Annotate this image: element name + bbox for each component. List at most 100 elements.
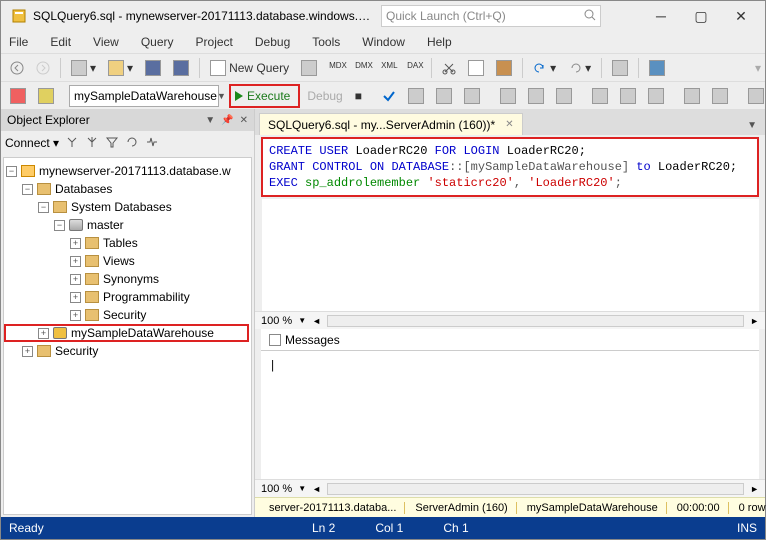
server-node[interactable]: mynewserver-20171113.database.w [39, 164, 231, 178]
save-all-button[interactable] [168, 57, 194, 79]
comment-button[interactable] [679, 85, 705, 107]
security-inner-node[interactable]: Security [103, 308, 146, 322]
menu-edit[interactable]: Edit [46, 33, 75, 51]
close-button[interactable]: ✕ [721, 2, 761, 30]
expander-icon[interactable]: + [70, 292, 81, 303]
zoom-dropdown-icon[interactable]: ▼ [298, 484, 306, 493]
start-debug-icon[interactable] [644, 57, 670, 79]
execute-button[interactable]: Execute [229, 84, 300, 108]
horizontal-scrollbar-2[interactable] [327, 483, 744, 495]
include-plan-button[interactable] [495, 85, 521, 107]
display-plan-button[interactable] [403, 85, 429, 107]
synonyms-node[interactable]: Synonyms [103, 272, 159, 286]
messages-body[interactable]: | [261, 351, 759, 479]
zoom-value-1[interactable]: 100 % [261, 315, 292, 327]
dax-query-button[interactable]: DAX [402, 57, 426, 79]
tab-label: SQLQuery6.sql - my...ServerAdmin (160))* [268, 118, 495, 132]
messages-tab[interactable]: Messages [261, 329, 759, 351]
menu-file[interactable]: File [5, 33, 32, 51]
expander-icon[interactable]: + [22, 346, 33, 357]
parse-button[interactable] [33, 85, 59, 107]
properties-icon[interactable] [607, 57, 633, 79]
expander-icon[interactable]: + [70, 238, 81, 249]
nav-back-button[interactable] [5, 57, 29, 79]
activity-icon[interactable] [145, 135, 159, 152]
copy-button[interactable] [463, 57, 489, 79]
new-query-icon [210, 60, 226, 76]
results-text-button[interactable] [587, 85, 613, 107]
undo-button[interactable]: ▾ [528, 57, 561, 79]
object-tree[interactable]: −mynewserver-20171113.database.w −Databa… [3, 157, 252, 515]
quick-launch-input[interactable]: Quick Launch (Ctrl+Q) [381, 5, 601, 27]
cut-button[interactable] [437, 57, 461, 79]
horizontal-scrollbar[interactable] [327, 315, 744, 327]
save-button[interactable] [140, 57, 166, 79]
views-node[interactable]: Views [103, 254, 135, 268]
expander-icon[interactable]: + [70, 310, 81, 321]
editor-tab[interactable]: SQLQuery6.sql - my...ServerAdmin (160))*… [259, 113, 523, 135]
menu-window[interactable]: Window [358, 33, 409, 51]
expander-icon[interactable]: + [70, 274, 81, 285]
menu-view[interactable]: View [89, 33, 123, 51]
mdx-query-button[interactable]: MDX [324, 57, 348, 79]
panel-close-icon[interactable]: ✕ [240, 115, 248, 126]
intellisense-button[interactable] [459, 85, 485, 107]
menu-tools[interactable]: Tools [308, 33, 344, 51]
zoom-value-2[interactable]: 100 % [261, 483, 292, 495]
uncomment-button[interactable] [707, 85, 733, 107]
cancel-query-button[interactable]: ■ [350, 85, 367, 107]
security-node[interactable]: Security [55, 344, 98, 358]
parse-check-button[interactable] [377, 85, 401, 107]
new-query-button[interactable]: New Query [205, 57, 294, 79]
master-node[interactable]: master [87, 218, 124, 232]
results-file-button[interactable] [643, 85, 669, 107]
paste-button[interactable] [491, 57, 517, 79]
system-databases-node[interactable]: System Databases [71, 200, 172, 214]
debug-button[interactable]: Debug [302, 85, 347, 107]
expander-icon[interactable]: − [6, 166, 17, 177]
panel-menu-icon[interactable]: ▼ [205, 115, 215, 126]
results-grid-button[interactable] [615, 85, 641, 107]
expander-icon[interactable]: − [22, 184, 33, 195]
menu-help[interactable]: Help [423, 33, 456, 51]
pin-icon[interactable]: 📌 [221, 115, 233, 126]
code-whitespace[interactable] [261, 199, 759, 311]
open-file-button[interactable]: ▾ [103, 57, 138, 79]
sql-editor[interactable]: CREATE USER LoaderRC20 FOR LOGIN LoaderR… [261, 137, 759, 197]
maximize-button[interactable]: ▢ [681, 2, 721, 30]
minimize-button[interactable]: ─ [641, 2, 681, 30]
connect-new-icon[interactable] [85, 135, 99, 152]
engine-query-button[interactable] [296, 57, 322, 79]
new-project-button[interactable]: ▾ [66, 57, 101, 79]
dropdown-arrow-icon: ▼ [217, 91, 226, 101]
tab-close-icon[interactable]: ✕ [505, 119, 513, 130]
expander-icon[interactable]: + [38, 328, 49, 339]
disconnect-icon[interactable] [65, 135, 79, 152]
tables-node[interactable]: Tables [103, 236, 138, 250]
database-selector[interactable]: mySampleDataWarehouse ▼ [69, 85, 219, 107]
menu-project[interactable]: Project [192, 33, 237, 51]
zoom-dropdown-icon[interactable]: ▼ [298, 316, 306, 325]
redo-button[interactable]: ▾ [563, 57, 596, 79]
menu-query[interactable]: Query [137, 33, 178, 51]
indent-button[interactable] [743, 85, 766, 107]
expander-icon[interactable]: + [70, 256, 81, 267]
include-stats-button[interactable] [523, 85, 549, 107]
databases-node[interactable]: Databases [55, 182, 112, 196]
expander-icon[interactable]: − [38, 202, 49, 213]
programmability-node[interactable]: Programmability [103, 290, 190, 304]
expander-icon[interactable]: − [54, 220, 65, 231]
filter-icon[interactable] [105, 135, 119, 152]
refresh-icon[interactable] [125, 135, 139, 152]
tab-overflow-icon[interactable]: ▼ [743, 116, 761, 135]
query-options-button[interactable] [431, 85, 457, 107]
nav-forward-button[interactable] [31, 57, 55, 79]
sample-dw-node[interactable]: mySampleDataWarehouse [71, 326, 214, 340]
include-client-stats-button[interactable] [551, 85, 577, 107]
change-connection-button[interactable] [5, 85, 31, 107]
dmx-query-button[interactable]: DMX [350, 57, 374, 79]
menu-debug[interactable]: Debug [251, 33, 294, 51]
connect-button[interactable]: Connect ▾ [5, 136, 59, 150]
xmla-query-button[interactable]: XML [376, 57, 400, 79]
folder-icon [85, 309, 99, 321]
